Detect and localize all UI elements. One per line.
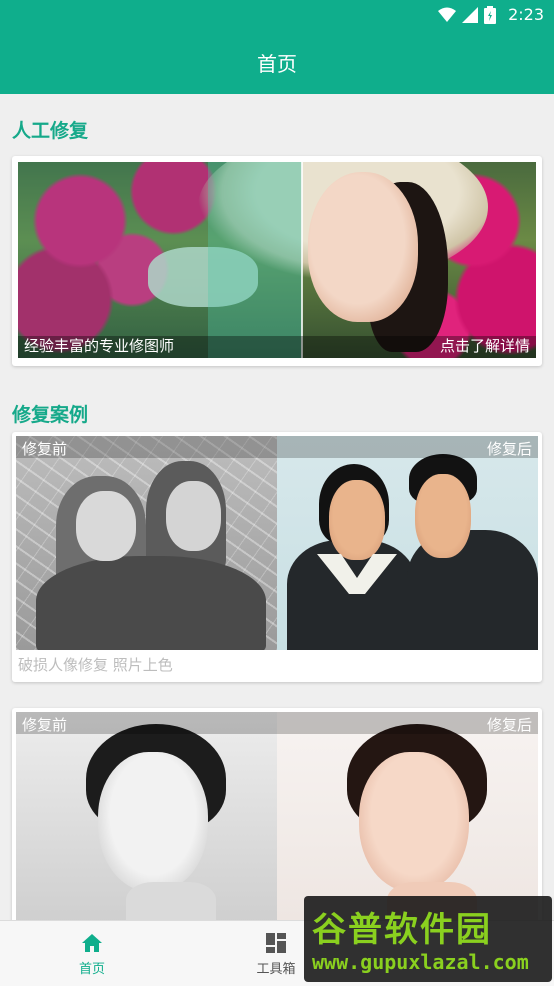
toolbox-icon [266,933,286,953]
compare-label-bar [16,436,538,458]
after-label: 修复后 [486,440,532,458]
watermark-url: www.gupuxlazal.com [312,950,529,974]
section-title-cases: 修复案例 [12,404,89,426]
compare-divider [301,162,303,358]
status-icons: 2:23 [438,5,544,24]
face-left [329,480,385,560]
after-label: 修复后 [486,716,532,734]
banner-caption-left: 经验丰富的专业修图师 [24,337,175,355]
portrait-face-bw [98,752,208,892]
face-right [415,474,471,558]
status-time: 2:23 [508,5,544,24]
cell-signal-icon [462,6,479,23]
case-caption: 破损人像修复 照片上色 [18,656,173,674]
portrait-neck-bw [126,882,216,920]
after-image [277,436,538,650]
manual-repair-card[interactable]: 经验丰富的专业修图师 点击了解详情 [12,156,542,366]
case-image-couple[interactable]: 修复前 修复后 [16,436,538,650]
face-right-bw [166,481,221,551]
main-content[interactable]: 人工修复 经验丰富的专业修图师 点击了解详情 修复案例 修复前 修复后 破损人像… [0,94,554,920]
nav-item-home[interactable]: 首页 [32,921,152,986]
section-title-manual: 人工修复 [12,120,89,142]
watermark-title: 谷普软件园 [312,910,492,950]
after-image [277,712,538,920]
before-label: 修复前 [22,440,68,458]
bodies-bw [36,556,266,650]
before-tint-strip [208,162,302,358]
app-bar: 首页 [0,30,554,94]
before-label: 修复前 [22,716,68,734]
case-image-portrait[interactable]: 修复前 修复后 [16,712,538,920]
nav-label-home: 首页 [78,962,105,977]
before-image [16,712,277,920]
home-icon [82,934,102,952]
wifi-icon [438,7,457,22]
portrait-face-color [359,752,469,892]
status-bar: 2:23 [0,0,554,30]
face-shape [308,172,418,322]
watermark: 谷普软件园 www.gupuxlazal.com [304,896,552,982]
compare-label-bar [16,712,538,734]
face-left-bw [76,491,136,561]
details-link[interactable]: 点击了解详情 [440,335,530,356]
battery-icon [484,5,497,24]
before-image [16,436,277,650]
manual-repair-banner[interactable]: 经验丰富的专业修图师 点击了解详情 [18,162,536,358]
case-card-portrait[interactable]: 修复前 修复后 [12,708,542,920]
page-title: 首页 [257,51,297,76]
case-card-couple[interactable]: 修复前 修复后 破损人像修复 照片上色 [12,432,542,682]
